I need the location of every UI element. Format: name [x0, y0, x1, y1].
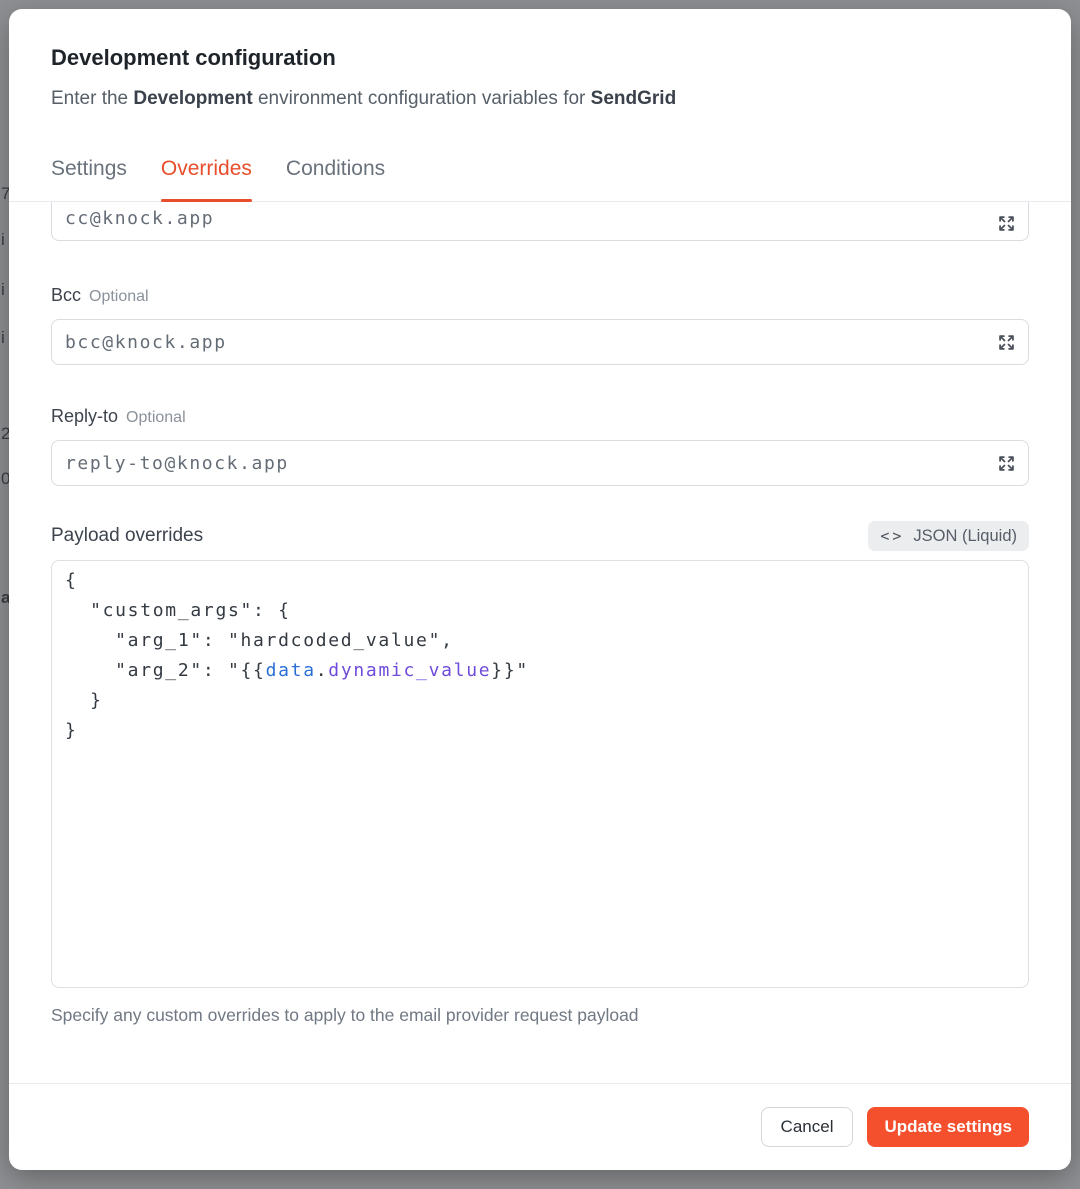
- background-char: i: [1, 280, 5, 300]
- overrides-tab-panel: Bcc Optional Reply-to Optional: [9, 202, 1071, 1083]
- reply-to-field: [51, 440, 1029, 486]
- environment-name: Development: [133, 88, 252, 109]
- background-page-text: 7 i i i 2 0 a: [0, 0, 9, 1189]
- payload-overrides-header: Payload overrides <> JSON (Liquid): [51, 521, 1029, 551]
- code-line: "arg_1": "hardcoded_value",: [65, 626, 1015, 656]
- subtitle-text: environment configuration variables for: [253, 88, 591, 109]
- provider-name: SendGrid: [591, 88, 677, 109]
- tab-settings[interactable]: Settings: [51, 156, 127, 201]
- tab-bar: Settings Overrides Conditions: [9, 156, 1071, 202]
- code-text: "arg_2": "{{: [65, 660, 266, 681]
- bcc-field: [51, 319, 1029, 365]
- modal-subtitle: Enter the Development environment config…: [51, 87, 1029, 110]
- background-char: a: [1, 588, 9, 608]
- reply-to-label: Reply-to Optional: [51, 406, 1029, 428]
- payload-overrides-editor[interactable]: { "custom_args": { "arg_1": "hardcoded_v…: [51, 560, 1029, 988]
- field-label-text: Bcc: [51, 285, 81, 305]
- tab-conditions[interactable]: Conditions: [286, 156, 385, 201]
- reply-to-field-group: Reply-to Optional: [51, 406, 1029, 486]
- subtitle-text: Enter the: [51, 88, 133, 109]
- background-char: 7: [1, 184, 9, 204]
- code-line: "custom_args": {: [65, 596, 1015, 626]
- code-line: }: [65, 686, 1015, 716]
- code-icon: <>: [880, 527, 904, 545]
- background-char: 2: [1, 424, 9, 444]
- optional-tag: Optional: [89, 288, 149, 305]
- background-char: 0: [1, 469, 9, 489]
- development-configuration-modal: Development configuration Enter the Deve…: [9, 9, 1071, 1170]
- bcc-field-group: Bcc Optional: [51, 285, 1029, 365]
- code-text: }}": [491, 660, 529, 681]
- bcc-label: Bcc Optional: [51, 285, 1029, 307]
- update-settings-button[interactable]: Update settings: [867, 1107, 1029, 1147]
- code-line: "arg_2": "{{data.dynamic_value}}": [65, 656, 1015, 686]
- language-badge-label: JSON (Liquid): [913, 527, 1017, 546]
- bcc-input[interactable]: [51, 319, 1029, 365]
- modal-footer: Cancel Update settings: [9, 1083, 1071, 1170]
- reply-to-input[interactable]: [51, 440, 1029, 486]
- expand-icon[interactable]: [995, 212, 1017, 234]
- payload-overrides-help: Specify any custom overrides to apply to…: [51, 1004, 1029, 1026]
- code-text: .: [316, 660, 329, 681]
- modal-overlay: 7 i i i 2 0 a Development configuration …: [0, 0, 1080, 1189]
- modal-header: Development configuration Enter the Deve…: [9, 9, 1071, 110]
- modal-title: Development configuration: [51, 45, 1029, 71]
- cancel-button[interactable]: Cancel: [761, 1107, 854, 1147]
- language-badge: <> JSON (Liquid): [868, 521, 1029, 551]
- payload-overrides-label: Payload overrides: [51, 525, 203, 547]
- code-line: }: [65, 716, 1015, 746]
- liquid-property-token: dynamic_value: [328, 660, 491, 681]
- liquid-object-token: data: [266, 660, 316, 681]
- background-char: i: [1, 230, 5, 250]
- background-char: i: [1, 328, 5, 348]
- cc-input[interactable]: [51, 202, 1029, 241]
- expand-icon[interactable]: [995, 452, 1017, 474]
- tab-overrides[interactable]: Overrides: [161, 156, 252, 201]
- optional-tag: Optional: [126, 409, 186, 426]
- cc-field: [51, 202, 1029, 241]
- expand-icon[interactable]: [995, 331, 1017, 353]
- field-label-text: Reply-to: [51, 406, 118, 426]
- code-line: {: [65, 566, 1015, 596]
